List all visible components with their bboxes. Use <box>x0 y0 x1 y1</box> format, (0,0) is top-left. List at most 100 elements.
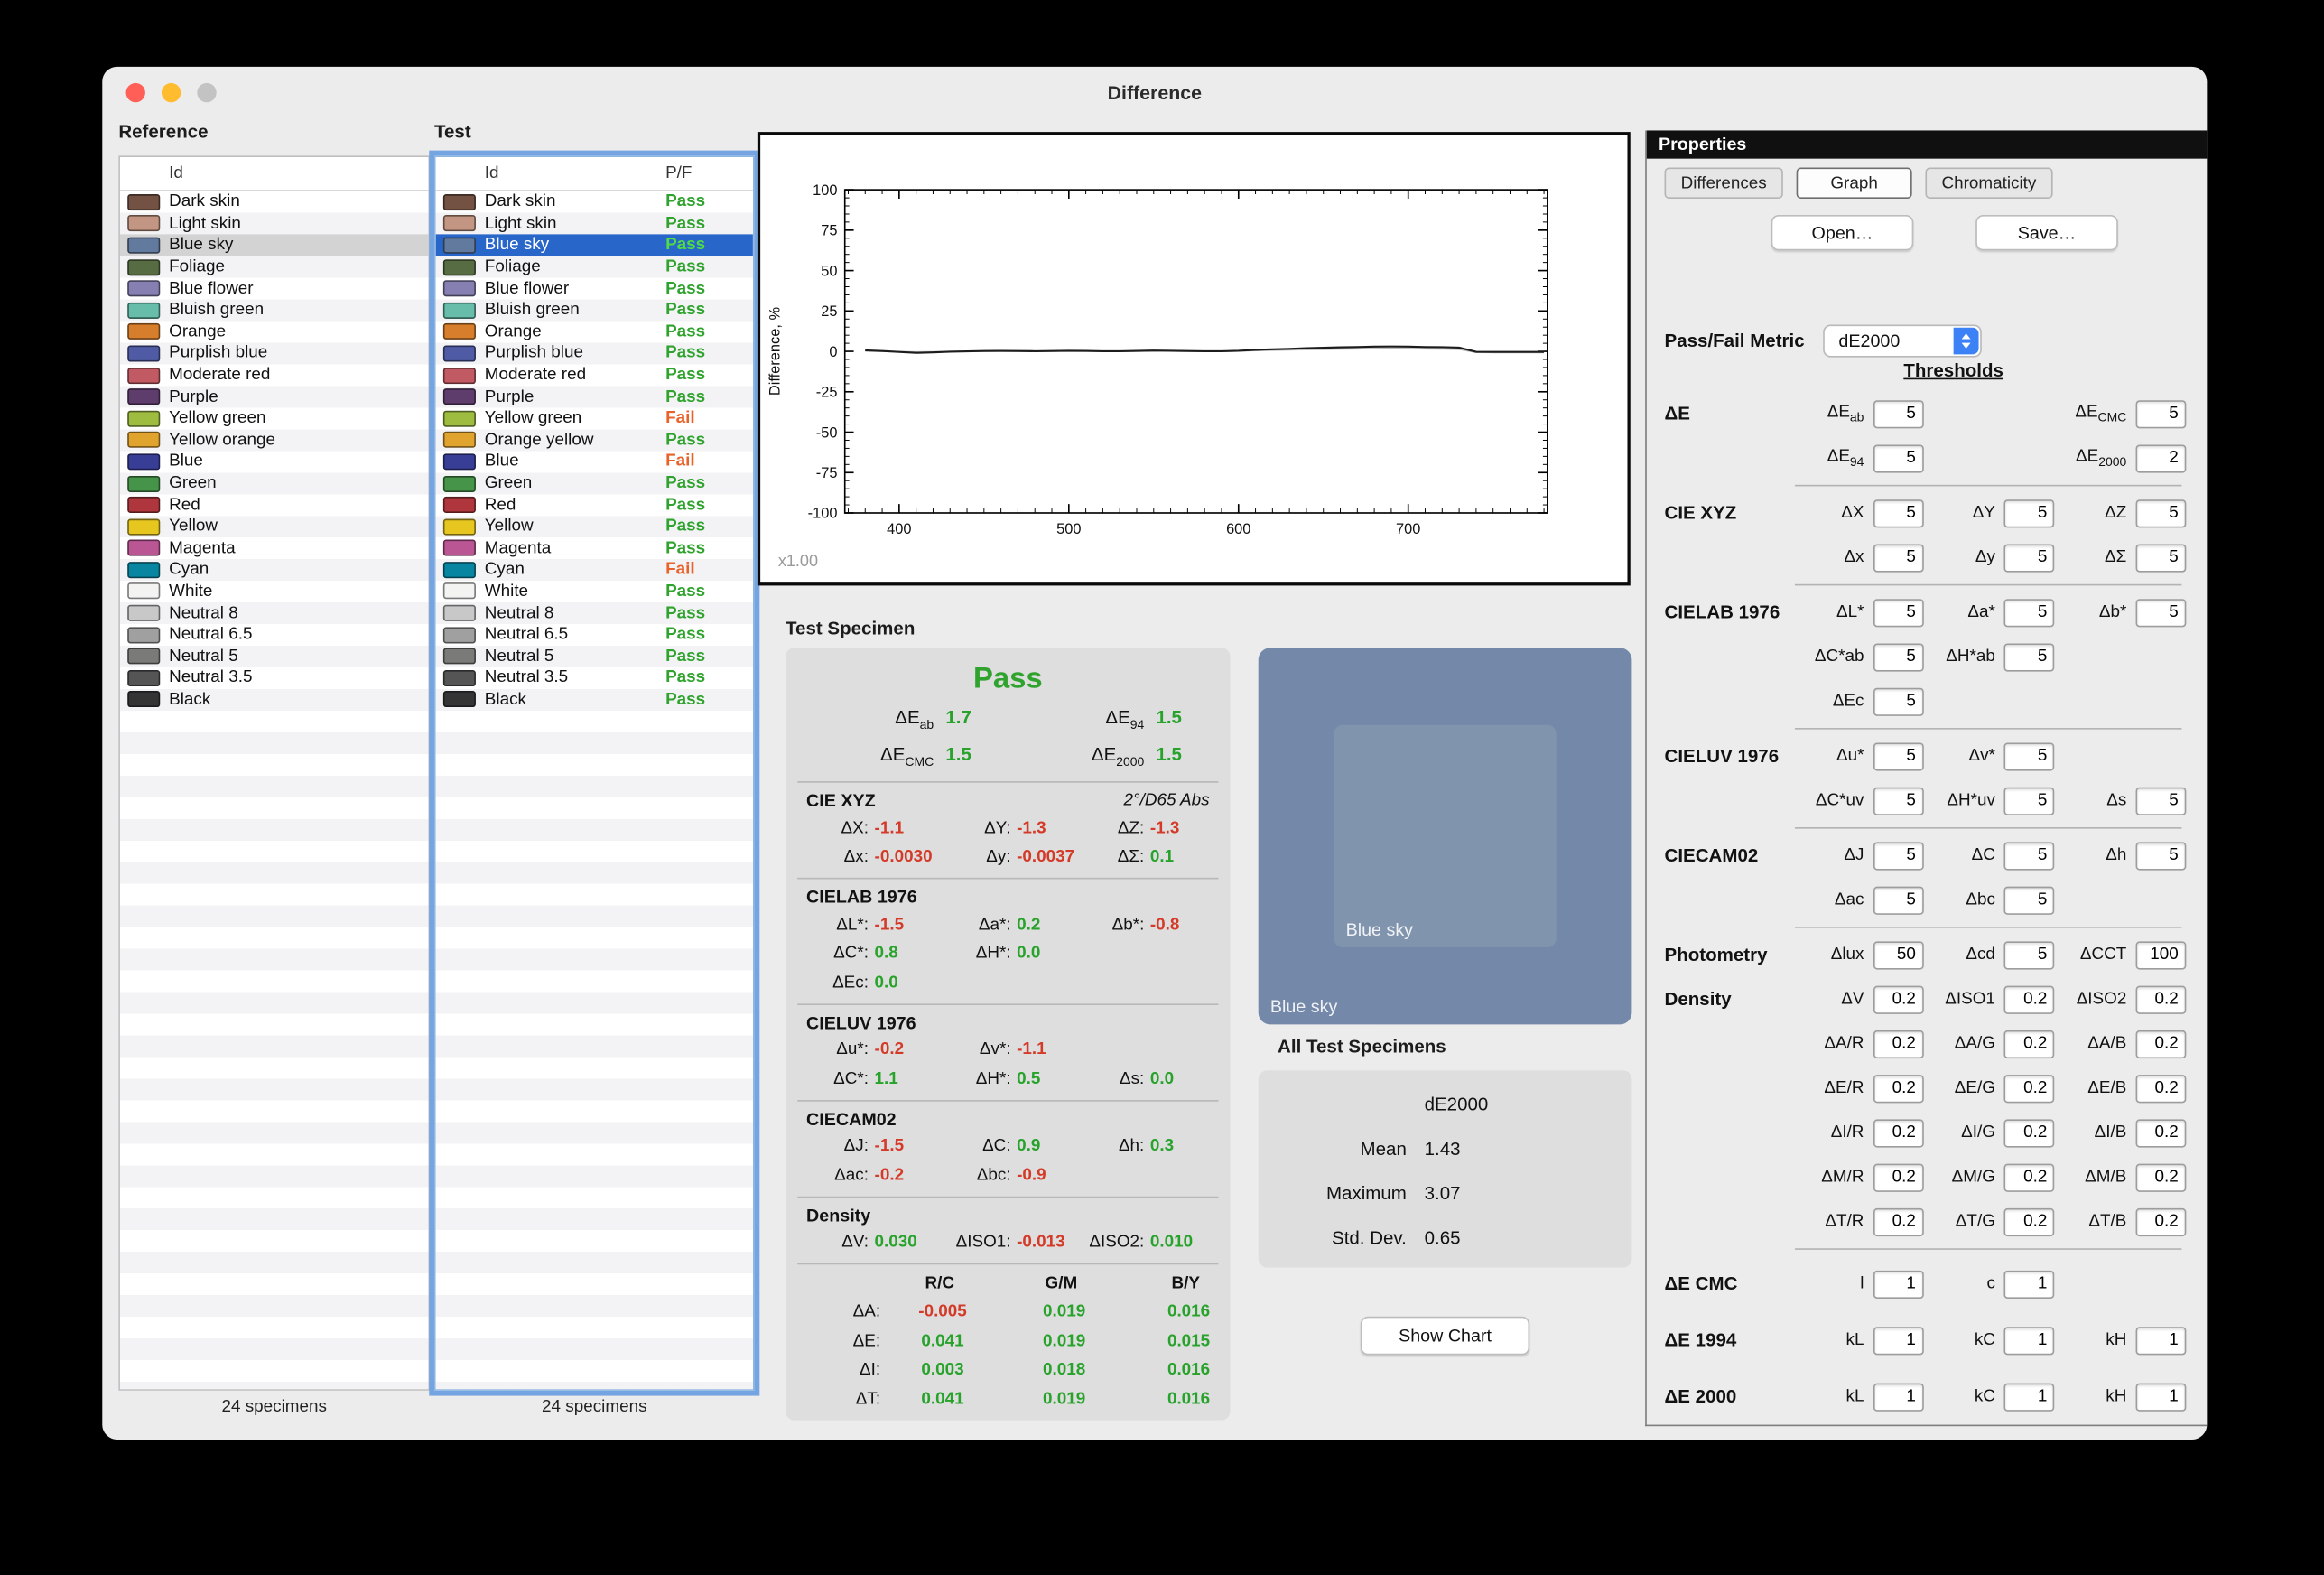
threshold-input[interactable] <box>2135 1163 2186 1191</box>
threshold-input[interactable] <box>2135 1074 2186 1102</box>
threshold-input[interactable] <box>1873 1163 1923 1191</box>
threshold-input[interactable] <box>2004 1119 2055 1147</box>
threshold-input[interactable] <box>2004 742 2055 770</box>
threshold-input[interactable] <box>2004 985 2055 1013</box>
specimen-row[interactable]: Orange <box>120 322 428 343</box>
specimen-row[interactable]: Green <box>120 472 428 494</box>
specimen-row[interactable]: Yellow greenFail <box>436 407 753 429</box>
specimen-row[interactable]: PurplePass <box>436 386 753 407</box>
threshold-input[interactable] <box>1873 742 1923 770</box>
specimen-row[interactable]: Purple <box>120 386 428 407</box>
threshold-input[interactable] <box>1873 1207 1923 1235</box>
specimen-row[interactable]: Yellow <box>120 516 428 537</box>
threshold-input[interactable] <box>1873 1326 1923 1354</box>
specimen-row[interactable]: Neutral 8Pass <box>436 602 753 624</box>
specimen-row[interactable]: Yellow orange <box>120 429 428 451</box>
specimen-row[interactable]: Red <box>120 494 428 516</box>
threshold-input[interactable] <box>2135 842 2186 870</box>
threshold-input[interactable] <box>1873 886 1923 914</box>
specimen-row[interactable]: WhitePass <box>436 581 753 602</box>
specimen-row[interactable]: Neutral 5 <box>120 646 428 667</box>
threshold-input[interactable] <box>2135 941 2186 969</box>
threshold-input[interactable] <box>1873 985 1923 1013</box>
threshold-input[interactable] <box>2004 1383 2055 1411</box>
threshold-input[interactable] <box>2004 1074 2055 1102</box>
specimen-row[interactable]: Black <box>120 689 428 711</box>
threshold-input[interactable] <box>2004 499 2055 527</box>
specimen-row[interactable]: Yellow green <box>120 407 428 429</box>
specimen-row[interactable]: Neutral 3.5Pass <box>436 667 753 689</box>
specimen-row[interactable]: Moderate redPass <box>436 364 753 386</box>
threshold-input[interactable] <box>1873 643 1923 671</box>
threshold-input[interactable] <box>2135 1326 2186 1354</box>
threshold-input[interactable] <box>1873 1383 1923 1411</box>
threshold-input[interactable] <box>2135 444 2186 472</box>
tab-differences[interactable]: Differences <box>1665 168 1783 199</box>
threshold-input[interactable] <box>2004 544 2055 572</box>
metric-dropdown[interactable]: dE2000 <box>1822 324 1981 357</box>
specimen-row[interactable]: Bluish green <box>120 300 428 322</box>
threshold-input[interactable] <box>2004 787 2055 815</box>
threshold-input[interactable] <box>2004 842 2055 870</box>
specimen-row[interactable]: GreenPass <box>436 472 753 494</box>
threshold-input[interactable] <box>2135 1383 2186 1411</box>
specimen-row[interactable]: Blue sky <box>120 235 428 256</box>
tab-graph[interactable]: Graph <box>1797 168 1912 199</box>
specimen-row[interactable]: Orange yellowPass <box>436 429 753 451</box>
specimen-row[interactable]: Light skinPass <box>436 213 753 235</box>
threshold-input[interactable] <box>2004 1030 2055 1058</box>
specimen-row[interactable]: BlackPass <box>436 689 753 711</box>
specimen-row[interactable]: CyanFail <box>436 559 753 581</box>
specimen-row[interactable]: OrangePass <box>436 322 753 343</box>
specimen-row[interactable]: RedPass <box>436 494 753 516</box>
threshold-input[interactable] <box>1873 1074 1923 1102</box>
specimen-row[interactable]: White <box>120 581 428 602</box>
threshold-input[interactable] <box>1873 499 1923 527</box>
threshold-input[interactable] <box>2004 941 2055 969</box>
threshold-input[interactable] <box>2004 598 2055 626</box>
specimen-row[interactable]: Dark skinPass <box>436 191 753 213</box>
specimen-row[interactable]: Neutral 8 <box>120 602 428 624</box>
threshold-input[interactable] <box>2135 1119 2186 1147</box>
threshold-input[interactable] <box>1873 444 1923 472</box>
specimen-row[interactable]: Magenta <box>120 537 428 559</box>
threshold-input[interactable] <box>1873 544 1923 572</box>
threshold-input[interactable] <box>2135 598 2186 626</box>
specimen-row[interactable]: MagentaPass <box>436 537 753 559</box>
specimen-row[interactable]: Bluish greenPass <box>436 300 753 322</box>
specimen-row[interactable]: Light skin <box>120 213 428 235</box>
specimen-row[interactable]: Neutral 5Pass <box>436 646 753 667</box>
threshold-input[interactable] <box>2135 787 2186 815</box>
threshold-input[interactable] <box>2135 985 2186 1013</box>
specimen-row[interactable]: Blue flower <box>120 278 428 300</box>
threshold-input[interactable] <box>2004 1207 2055 1235</box>
specimen-row[interactable]: Neutral 6.5 <box>120 624 428 646</box>
specimen-row[interactable]: Blue skyPass <box>436 235 753 256</box>
specimen-row[interactable]: Neutral 6.5Pass <box>436 624 753 646</box>
specimen-row[interactable]: Blue <box>120 451 428 472</box>
threshold-input[interactable] <box>2004 1326 2055 1354</box>
threshold-input[interactable] <box>2004 643 2055 671</box>
threshold-input[interactable] <box>2135 1030 2186 1058</box>
threshold-input[interactable] <box>1873 399 1923 427</box>
threshold-input[interactable] <box>1873 842 1923 870</box>
threshold-input[interactable] <box>2135 544 2186 572</box>
open-button[interactable]: Open… <box>1771 215 1914 250</box>
specimen-row[interactable]: Neutral 3.5 <box>120 667 428 689</box>
threshold-input[interactable] <box>1873 941 1923 969</box>
threshold-input[interactable] <box>1873 787 1923 815</box>
titlebar[interactable]: Difference <box>102 67 2207 117</box>
show-chart-button[interactable]: Show Chart <box>1361 1317 1529 1356</box>
specimen-row[interactable]: FoliagePass <box>436 256 753 278</box>
threshold-input[interactable] <box>1873 1030 1923 1058</box>
threshold-input[interactable] <box>2004 1163 2055 1191</box>
threshold-input[interactable] <box>2135 499 2186 527</box>
save-button[interactable]: Save… <box>1975 215 2118 250</box>
tab-chromaticity[interactable]: Chromaticity <box>1925 168 2052 199</box>
threshold-input[interactable] <box>1873 687 1923 715</box>
threshold-input[interactable] <box>1873 1270 1923 1298</box>
specimen-row[interactable]: BlueFail <box>436 451 753 472</box>
threshold-input[interactable] <box>2004 886 2055 914</box>
specimen-row[interactable]: Cyan <box>120 559 428 581</box>
specimen-row[interactable]: Purplish bluePass <box>436 342 753 364</box>
